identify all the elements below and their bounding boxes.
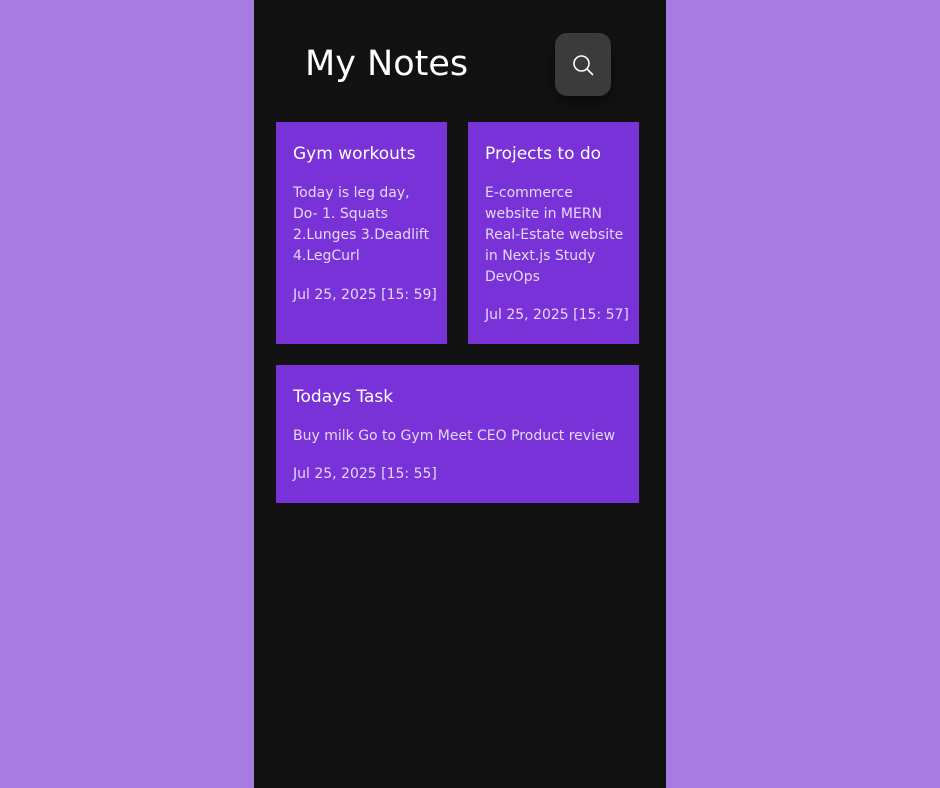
note-date: Jul 25, 2025 [15: 55] (293, 466, 437, 482)
note-date: Jul 25, 2025 [15: 57] (485, 307, 629, 323)
search-button[interactable] (555, 33, 611, 96)
note-body: Today is leg day, Do- 1. Squats 2.Lunges… (293, 185, 430, 264)
note-title: Projects to do (485, 144, 602, 164)
search-icon (573, 54, 594, 75)
note-date: Jul 25, 2025 [15: 59] (293, 287, 437, 303)
header: My Notes (254, 0, 666, 122)
note-body: Buy milk Go to Gym Meet CEO Product revi… (293, 428, 616, 444)
page-title: My Notes (305, 44, 469, 84)
note-card[interactable]: Projects to do E-commerce website in MER… (468, 122, 639, 344)
note-body: E-commerce website in MERN Real-Estate w… (485, 185, 624, 285)
note-card[interactable]: Todays Task Buy milk Go to Gym Meet CEO … (276, 365, 639, 503)
app-screen: My Notes Gym workouts Today is leg day, … (254, 0, 666, 788)
note-title: Gym workouts (293, 144, 416, 164)
note-card[interactable]: Gym workouts Today is leg day, Do- 1. Sq… (276, 122, 447, 344)
note-title: Todays Task (293, 387, 394, 407)
